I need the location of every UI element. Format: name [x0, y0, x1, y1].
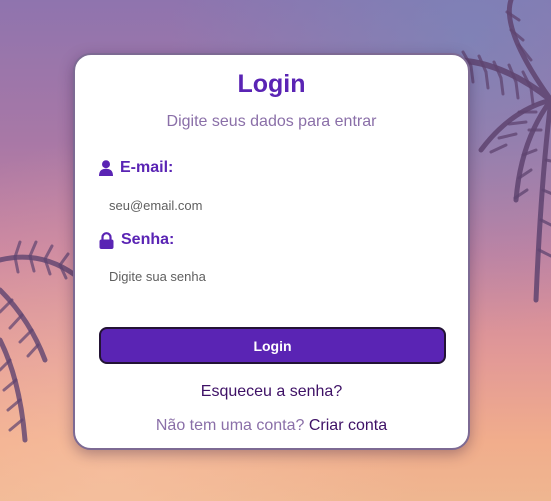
- login-subtitle: Digite seus dados para entrar: [166, 113, 377, 130]
- email-input[interactable]: [99, 192, 445, 218]
- password-label: Senha:: [99, 231, 174, 249]
- password-label-text: Senha:: [121, 231, 175, 248]
- create-account-link[interactable]: Criar conta: [309, 417, 387, 434]
- login-button[interactable]: Login: [99, 327, 446, 364]
- login-card: Login Digite seus dados para entrar E-ma…: [73, 53, 470, 450]
- login-title: Login: [237, 70, 306, 98]
- password-input[interactable]: [99, 263, 445, 289]
- email-label-text: E-mail:: [120, 159, 174, 176]
- email-label: E-mail:: [99, 159, 173, 177]
- signup-prompt: Não tem uma conta?: [155, 417, 305, 434]
- forgot-password-link[interactable]: Esqueceu a senha?: [75, 383, 468, 401]
- signup-row: Não tem uma conta? Criar conta: [75, 417, 468, 435]
- user-icon: [99, 160, 113, 176]
- lock-icon: [99, 231, 114, 249]
